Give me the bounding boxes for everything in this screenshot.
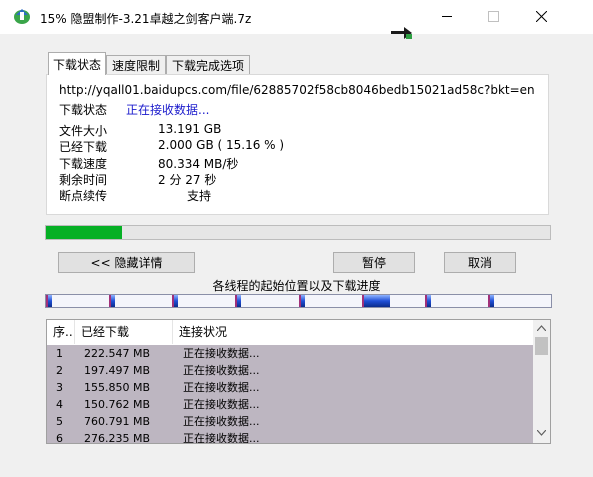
cancel-button[interactable]: 取消 [444,252,516,273]
resume-label: 断点续传 [59,189,108,203]
tab-label: 下载状态 [52,57,101,72]
row-number: 5 [56,415,63,428]
tab-label: 下载完成选项 [171,58,244,73]
arrow-right-icon [391,27,413,39]
maximize-icon [487,10,499,22]
download-url: http://yqall01.baidupcs.com/file/6288570… [59,83,534,97]
row-number: 1 [56,347,63,360]
scroll-up-icon[interactable] [537,325,546,331]
speed-value: 80.334 MB/秒 [158,157,239,171]
row-downloaded: 150.762 MB [84,398,151,411]
speed-label: 下载速度 [59,157,108,171]
tab-speed-limit[interactable]: 速度限制 [106,55,166,74]
downloaded-label: 已经下载 [59,140,108,154]
row-status: 正在接收数据... [183,364,260,377]
minimize-button[interactable] [424,0,470,32]
row-downloaded: 222.547 MB [84,347,151,360]
row-status: 正在接收数据... [183,347,260,360]
hide-details-button[interactable]: << 隐藏详情 [58,252,195,273]
row-status: 正在接收数据... [183,398,260,411]
connections-table: 序.. 已经下载 连接状况 1 222.547 MB 正在接收数据... 2 197.4… [46,319,551,444]
row-number: 2 [56,364,63,377]
table-row[interactable]: 6 276.235 MB 正在接收数据... [47,430,533,444]
table-row[interactable]: 2 197.497 MB 正在接收数据... [47,362,533,379]
tab-completion-options[interactable]: 下载完成选项 [166,55,250,74]
downloaded-value: 2.000 GB ( 15.16 % ) [158,138,285,152]
table-row[interactable]: 4 150.762 MB 正在接收数据... [47,396,533,413]
row-status: 正在接收数据... [183,432,260,444]
minimize-icon [442,15,452,17]
thread-segment [362,295,390,307]
vertical-scrollbar[interactable] [533,320,550,443]
remaining-label: 剩余时间 [59,173,108,187]
progress-fill [46,226,123,239]
row-number: 6 [56,432,63,444]
file-size-label: 文件大小 [59,124,108,138]
row-downloaded: 197.497 MB [84,364,151,377]
remaining-value: 2 分 27 秒 [158,173,217,187]
thread-start-marker [172,295,174,307]
row-number: 4 [56,398,63,411]
scrollbar-thumb[interactable] [535,337,548,355]
thread-start-marker [235,295,237,307]
window-title: 15% 隐盟制作-3.21卓越之剑客户端.7z [40,12,252,26]
maximize-button[interactable] [470,0,516,32]
thread-start-marker [362,295,364,307]
tab-label: 速度限制 [111,58,160,73]
status-value: 正在接收数据... [126,103,210,117]
thread-start-marker [425,295,427,307]
tab-download-status[interactable]: 下载状态 [48,52,106,75]
table-row[interactable]: 1 222.547 MB 正在接收数据... [47,345,533,362]
close-button[interactable] [518,0,564,32]
thread-start-marker [488,295,490,307]
resume-value: 支持 [187,189,212,203]
thread-progress-map [45,294,552,308]
table-row[interactable]: 5 760.791 MB 正在接收数据... [47,413,533,430]
table-row[interactable]: 3 155.850 MB 正在接收数据... [47,379,533,396]
scroll-down-icon[interactable] [537,430,546,436]
row-downloaded: 276.235 MB [84,432,151,444]
pause-button[interactable]: 暂停 [333,252,415,273]
row-downloaded: 760.791 MB [84,415,151,428]
thread-map-caption: 各线程的起始位置以及下载进度 [212,279,381,293]
thread-start-marker [299,295,301,307]
close-icon [535,10,547,22]
row-status: 正在接收数据... [183,381,260,394]
row-status: 正在接收数据... [183,415,260,428]
idm-app-icon [12,6,32,26]
file-size-value: 13.191 GB [158,122,222,136]
download-progress-bar [45,225,551,240]
thread-start-marker [109,295,111,307]
status-label: 下载状态 [59,103,108,117]
column-header-status[interactable]: 连接状况 [173,320,533,344]
column-header-number[interactable]: 序.. [47,320,75,344]
thread-start-marker [46,295,48,307]
row-downloaded: 155.850 MB [84,381,151,394]
table-header: 序.. 已经下载 连接状况 [47,320,533,344]
column-header-downloaded[interactable]: 已经下载 [75,320,173,344]
row-number: 3 [56,381,63,394]
